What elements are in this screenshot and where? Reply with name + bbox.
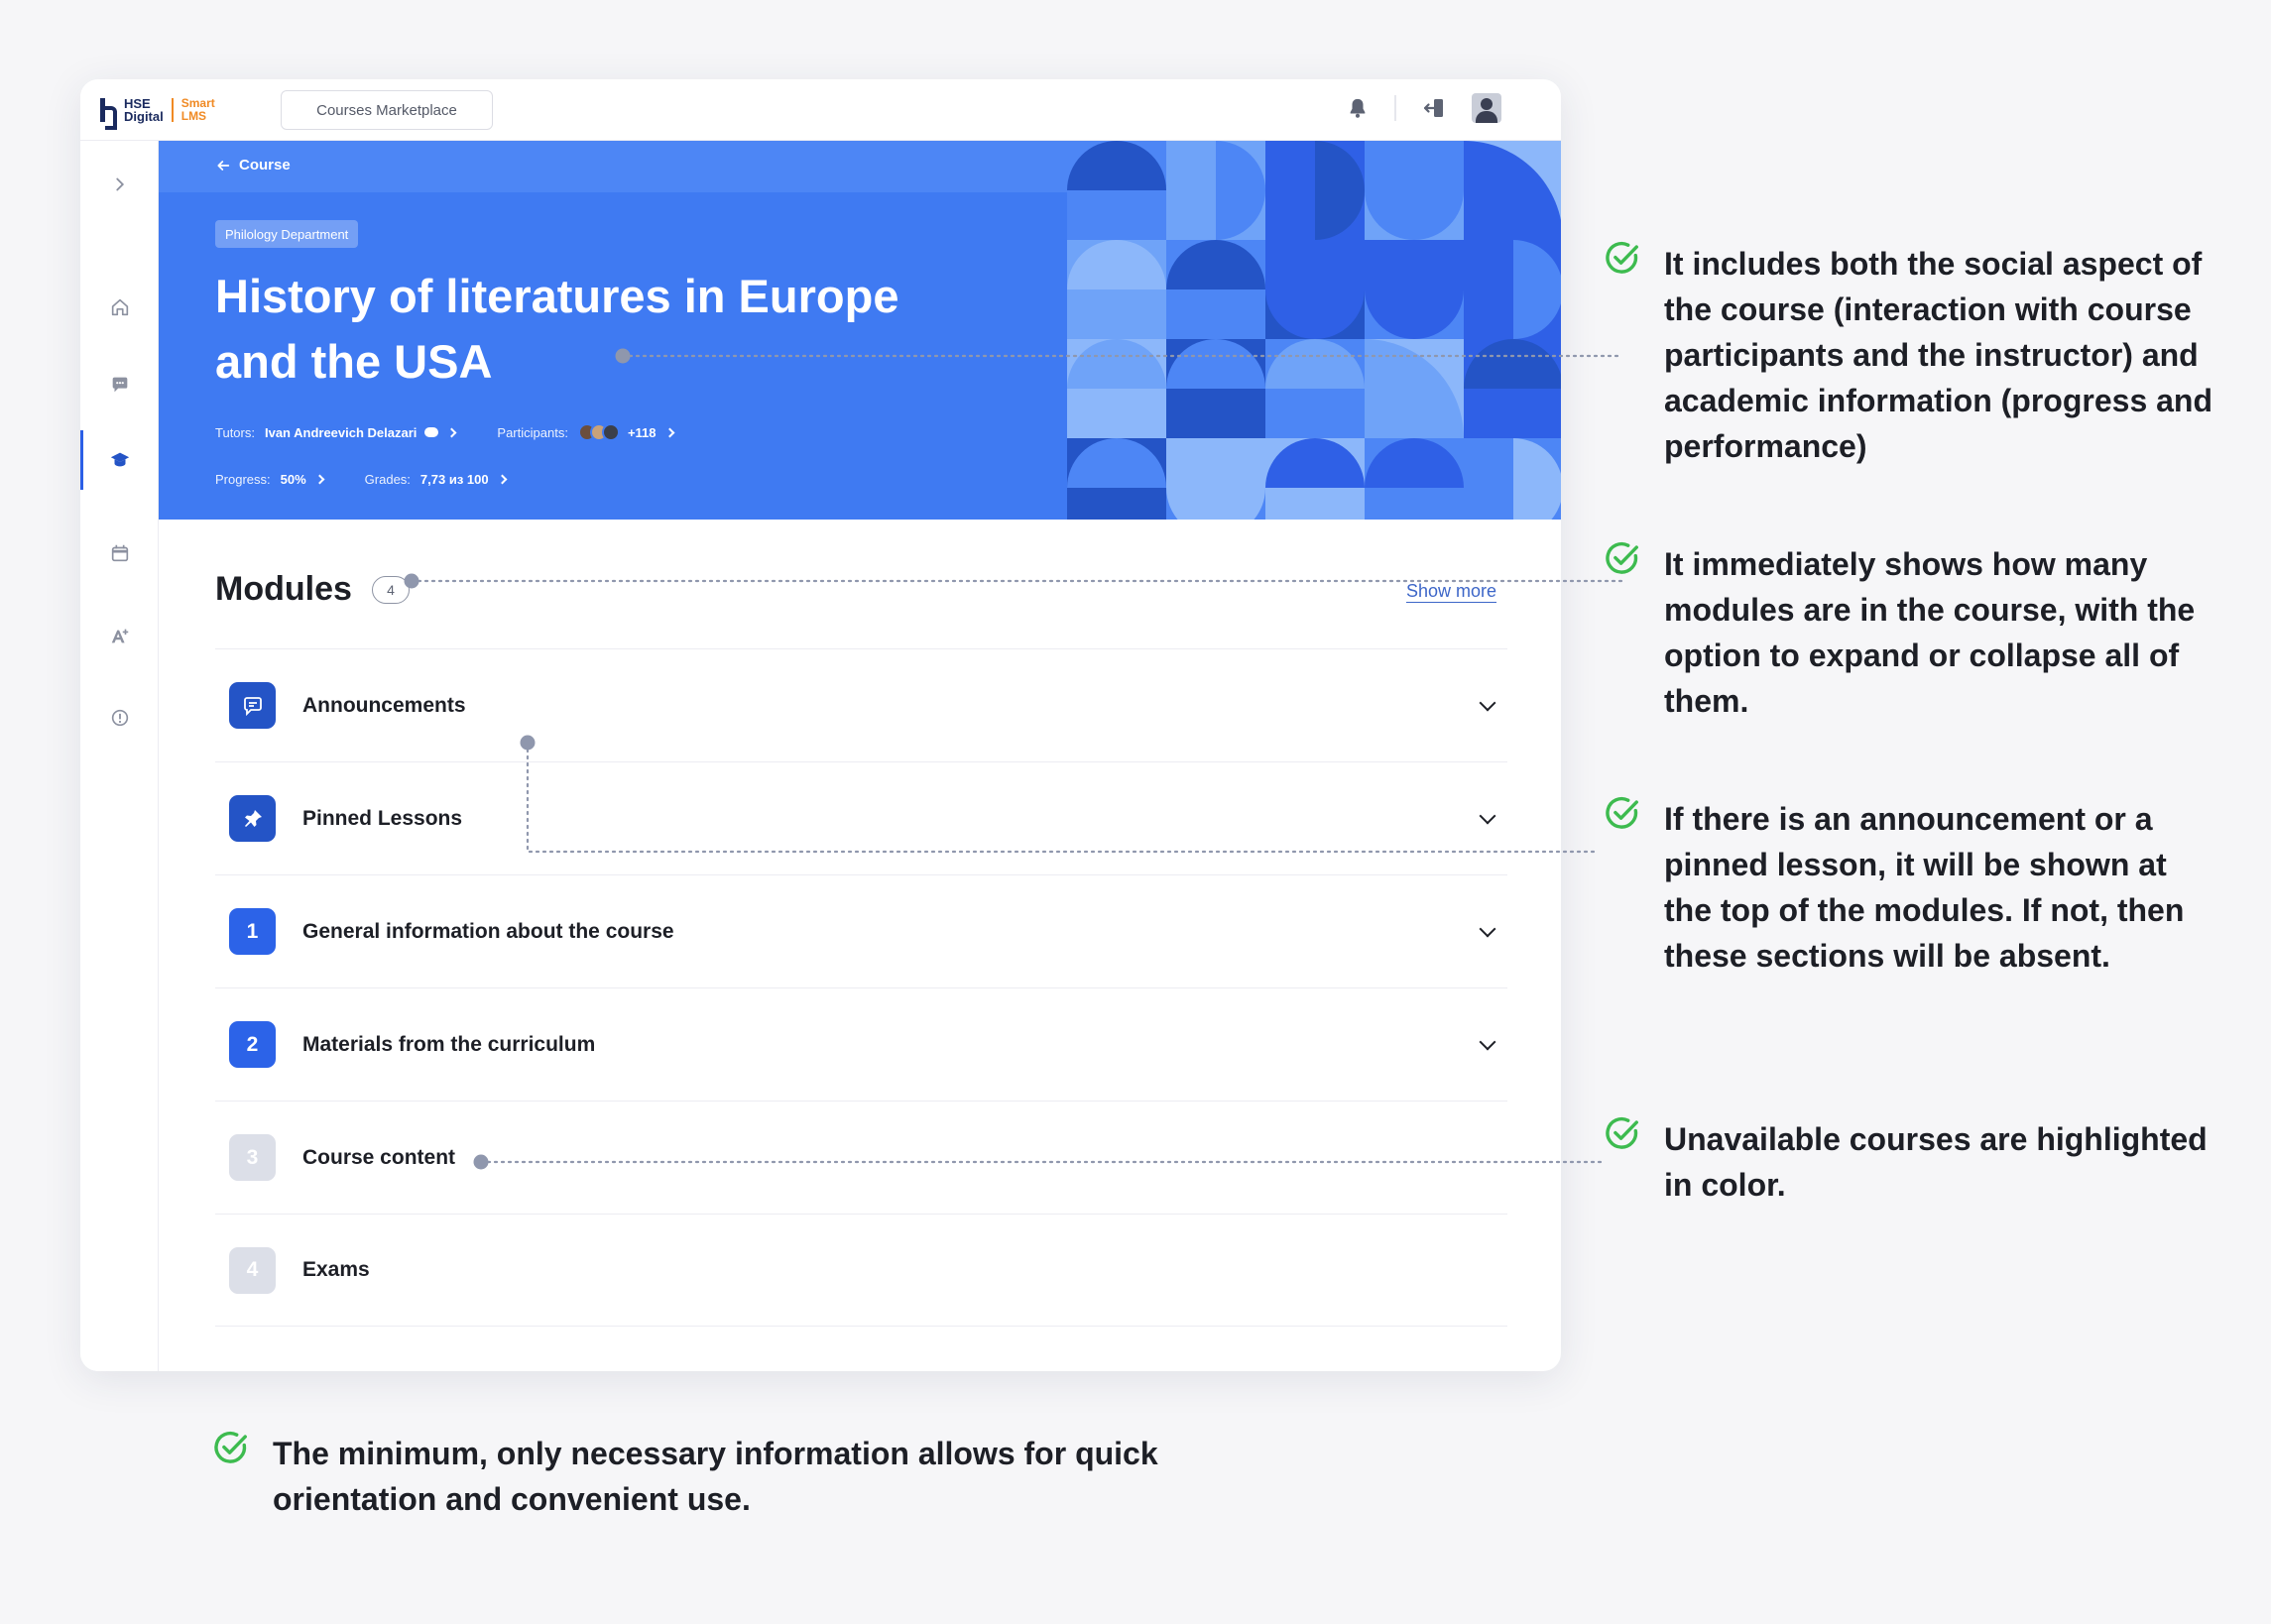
chevron-right-icon (115, 177, 124, 191)
academic-row: Progress: 50% Grades: 7,73 из 100 (215, 472, 512, 487)
callout-social-academic: It includes both the social aspect of th… (1604, 241, 2218, 469)
callout-minimum-info: The minimum, only necessary information … (212, 1431, 1204, 1522)
chevron-right-icon[interactable] (446, 427, 457, 437)
chat-icon (112, 377, 127, 393)
module-row-course-content: 3 Course content (215, 1101, 1507, 1214)
breadcrumb-label: Course (239, 157, 291, 174)
breadcrumb[interactable]: Course (215, 157, 291, 174)
progress-label: Progress: (215, 472, 271, 487)
course-hero: Course Philology Department History of l… (159, 141, 1561, 520)
avatar (601, 423, 620, 441)
module-number-badge: 4 (229, 1246, 276, 1294)
sidebar-item-calendar[interactable] (80, 533, 159, 573)
modules-title: Modules (215, 570, 352, 608)
module-icon (229, 795, 276, 842)
check-circle-icon (214, 1431, 247, 1463)
calendar-icon (111, 544, 128, 562)
module-label: Pinned Lessons (302, 806, 463, 830)
user-avatar[interactable] (1472, 93, 1501, 123)
courses-marketplace-button[interactable]: Courses Marketplace (281, 90, 493, 130)
home-icon (111, 298, 128, 316)
module-label: Exams (302, 1258, 370, 1281)
chevron-down-icon[interactable] (1479, 1033, 1496, 1050)
check-circle-icon (1606, 241, 1638, 274)
callout-text: The minimum, only necessary information … (273, 1436, 1158, 1517)
check-circle-icon (1606, 796, 1638, 829)
info-icon (111, 709, 128, 727)
sidebar-item-home[interactable] (80, 288, 159, 327)
arrow-left-icon (217, 160, 230, 171)
bell-icon[interactable] (1347, 96, 1369, 120)
participants-label: Participants: (497, 424, 568, 440)
check-circle-icon (1606, 541, 1638, 574)
app-window: HSE Digital Smart LMS Courses Marketplac… (80, 79, 1561, 1371)
module-row-materials[interactable]: 2 Materials from the curriculum (215, 987, 1507, 1101)
participant-avatars[interactable] (577, 423, 620, 441)
callout-text: It immediately shows how many modules ar… (1664, 546, 2196, 719)
sidebar-item-help[interactable] (80, 698, 159, 738)
sidebar-active-indicator (80, 430, 83, 490)
pattern-tile (1265, 240, 1365, 339)
callout-text: It includes both the social aspect of th… (1664, 246, 2213, 464)
module-label: Announcements (302, 693, 466, 717)
module-row-announcements[interactable]: Announcements (215, 648, 1507, 761)
module-icon (229, 682, 276, 729)
grade-a-plus-icon (111, 629, 128, 643)
sidebar-item-grades[interactable] (80, 617, 159, 656)
chevron-down-icon[interactable] (1479, 920, 1496, 937)
grades-value[interactable]: 7,73 из 100 (420, 472, 489, 487)
chevron-right-icon[interactable] (314, 474, 325, 485)
modules-list: Announcements Pinned Lessons 1 General i… (215, 648, 1507, 1327)
callout-text: If there is an announcement or a pinned … (1664, 801, 2185, 974)
sidebar-item-courses[interactable] (80, 430, 159, 490)
show-more-link[interactable]: Show more (1406, 580, 1497, 603)
modules-count-badge: 4 (372, 576, 410, 604)
pattern-tile (1365, 141, 1464, 240)
logo-digital-text: Digital (124, 109, 164, 124)
callout-text: Unavailable courses are highlighted in c… (1664, 1121, 2208, 1203)
progress-value[interactable]: 50% (281, 472, 306, 487)
chevron-right-icon[interactable] (497, 474, 508, 485)
logo-divider (171, 98, 174, 122)
sidebar (80, 141, 159, 1371)
module-row-exams: 4 Exams (215, 1214, 1507, 1327)
module-label: Course content (302, 1145, 456, 1169)
chevron-right-icon[interactable] (664, 427, 674, 437)
module-row-pinned-lessons[interactable]: Pinned Lessons (215, 761, 1507, 874)
module-label: General information about the course (302, 919, 674, 943)
logout-icon[interactable] (1422, 96, 1446, 120)
sidebar-expand-button[interactable] (80, 165, 159, 204)
callout-modules-count: It immediately shows how many modules ar… (1604, 541, 2218, 724)
hse-logo[interactable]: HSE Digital Smart LMS (98, 91, 215, 130)
topbar-divider (1394, 95, 1396, 121)
tutor-name[interactable]: Ivan Andreevich Delazari (265, 425, 417, 440)
top-bar: HSE Digital Smart LMS Courses Marketplac… (80, 79, 1561, 141)
chevron-down-icon[interactable] (1479, 807, 1496, 824)
module-label: Materials from the curriculum (302, 1032, 596, 1056)
chevron-down-icon[interactable] (1479, 694, 1496, 711)
module-number-badge: 1 (229, 908, 276, 955)
callout-unavailable: Unavailable courses are highlighted in c… (1604, 1116, 2218, 1208)
pattern-tile (1166, 438, 1265, 520)
hse-logo-icon (98, 96, 117, 130)
module-row-general-info[interactable]: 1 General information about the course (215, 874, 1507, 987)
people-row: Tutors: Ivan Andreevich Delazari Partici… (215, 423, 679, 441)
course-title: History of literatures in Europe and the… (215, 270, 899, 388)
decorative-pattern (1067, 141, 1561, 520)
check-circle-icon (1606, 1116, 1638, 1149)
grades-label: Grades: (364, 472, 411, 487)
sidebar-item-messages[interactable] (80, 365, 159, 405)
module-number-badge: 2 (229, 1021, 276, 1068)
department-badge: Philology Department (215, 220, 359, 248)
graduation-cap-icon (110, 452, 129, 467)
participants-extra-count: +118 (627, 424, 657, 440)
chat-mini-icon[interactable] (424, 427, 439, 437)
logo-lms-text: LMS (180, 109, 207, 123)
chat-icon (243, 696, 262, 716)
callout-announcements: If there is an announcement or a pinned … (1604, 796, 2218, 979)
pattern-tile (1365, 240, 1464, 339)
pin-icon (244, 809, 262, 827)
tutors-label: Tutors: (215, 424, 255, 440)
module-number-badge: 3 (229, 1134, 276, 1181)
